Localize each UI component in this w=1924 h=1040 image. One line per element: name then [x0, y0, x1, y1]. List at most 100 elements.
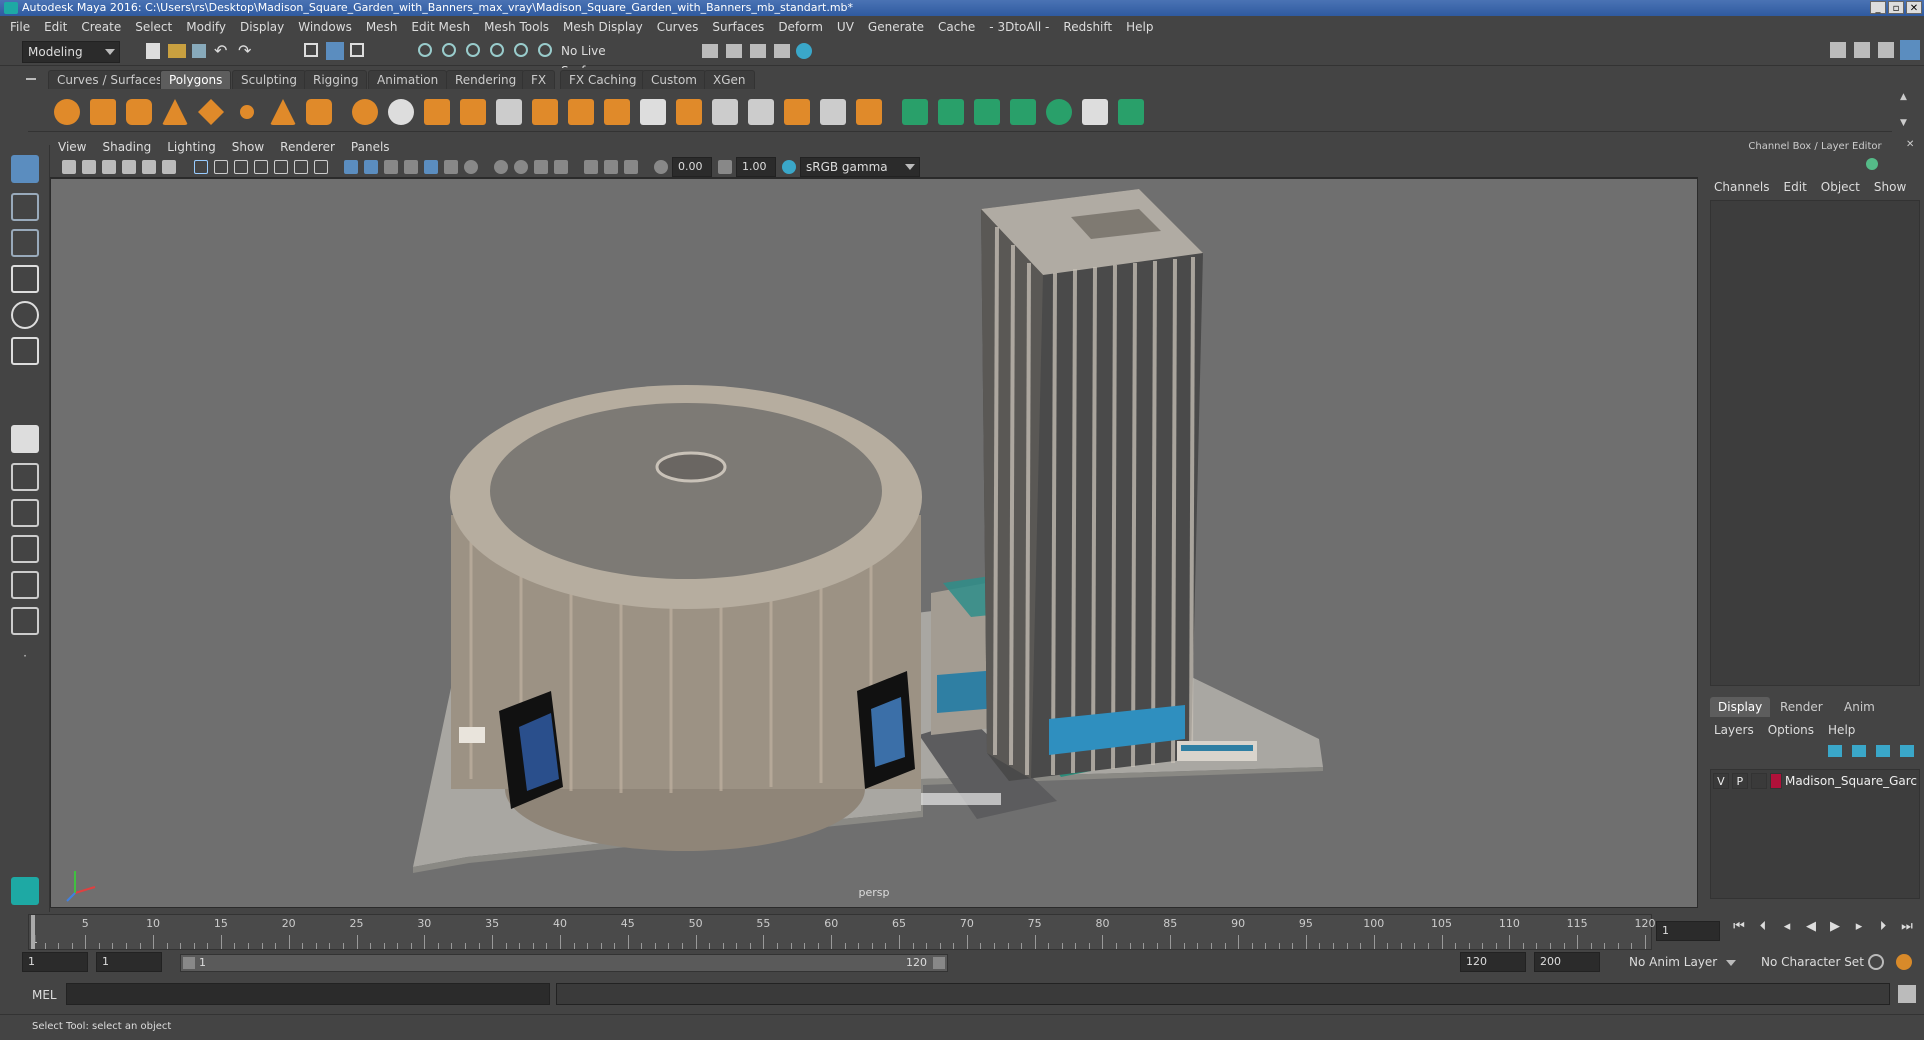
quad-draw-icon[interactable]	[856, 99, 882, 125]
layer-visibility-toggle[interactable]: V	[1713, 773, 1729, 789]
menu-uv[interactable]: UV	[837, 20, 854, 34]
range-start-handle[interactable]	[183, 957, 195, 969]
two-d-pan-icon[interactable]	[142, 160, 156, 174]
menu-help[interactable]: Help	[1126, 20, 1153, 34]
select-tool-icon[interactable]	[11, 155, 39, 183]
menu-deform[interactable]: Deform	[778, 20, 823, 34]
script-editor-icon[interactable]	[1898, 985, 1916, 1003]
select-hierarchy-icon[interactable]	[304, 43, 318, 57]
uv-spherical-icon[interactable]	[974, 99, 1000, 125]
live-surface-field[interactable]: No Live Surface	[556, 41, 654, 78]
layer-menu-help[interactable]: Help	[1828, 723, 1855, 737]
channel-menu-object[interactable]: Object	[1821, 180, 1860, 194]
grid-toggle-icon[interactable]	[194, 160, 208, 174]
channel-menu-channels[interactable]: Channels	[1714, 180, 1770, 194]
channel-menu-show[interactable]: Show	[1874, 180, 1906, 194]
viewport-menu-panels[interactable]: Panels	[351, 140, 390, 154]
separate-icon[interactable]	[388, 99, 414, 125]
viewport-menu-renderer[interactable]: Renderer	[280, 140, 335, 154]
layer-menu-options[interactable]: Options	[1768, 723, 1814, 737]
wireframe-on-shaded-icon[interactable]	[384, 160, 398, 174]
tab-curves-surfaces[interactable]: Curves / Surfaces	[48, 70, 172, 89]
maya-home-icon[interactable]	[11, 877, 39, 905]
resolution-gate-icon[interactable]	[234, 160, 248, 174]
layer-menu-layers[interactable]: Layers	[1714, 723, 1754, 737]
current-time-indicator[interactable]	[31, 915, 35, 949]
snap-live-icon[interactable]	[538, 43, 552, 57]
gamma-field[interactable]: 1.00	[736, 157, 776, 177]
menu-mesh[interactable]: Mesh	[366, 20, 398, 34]
channel-list[interactable]	[1710, 200, 1920, 686]
auto-key-icon[interactable]	[1868, 954, 1884, 970]
tab-display[interactable]: Display	[1710, 697, 1771, 717]
range-slider[interactable]: 1 120	[180, 954, 948, 972]
bevel-icon[interactable]	[568, 99, 594, 125]
uv-automatic-icon[interactable]	[1010, 99, 1036, 125]
modeling-toolkit-icon[interactable]	[1830, 42, 1846, 58]
poly-pyramid-icon[interactable]	[270, 99, 296, 125]
tab-fx-caching[interactable]: FX Caching	[560, 70, 646, 89]
target-weld-icon[interactable]	[820, 99, 846, 125]
combine-icon[interactable]	[352, 99, 378, 125]
shelf-scroll-down-icon[interactable]: ▼	[1900, 118, 1910, 128]
textured-icon[interactable]	[404, 160, 418, 174]
attribute-editor-icon[interactable]	[1854, 42, 1870, 58]
poly-cone-icon[interactable]	[162, 99, 188, 125]
tab-rigging[interactable]: Rigging	[304, 70, 368, 89]
poly-cube-icon[interactable]	[90, 99, 116, 125]
ipr-render-icon[interactable]	[750, 44, 766, 58]
viewport-menu-lighting[interactable]: Lighting	[167, 140, 216, 154]
boolean-icon[interactable]	[496, 99, 522, 125]
xray-joints-icon[interactable]	[624, 160, 638, 174]
close-icon[interactable]: ✕	[1906, 140, 1916, 150]
more-layouts-icon[interactable]: ·	[11, 649, 39, 665]
menu-generate[interactable]: Generate	[868, 20, 924, 34]
menu-windows[interactable]: Windows	[298, 20, 352, 34]
snap-view-icon[interactable]	[490, 43, 504, 57]
camera-select-icon[interactable]	[62, 160, 76, 174]
menu-file[interactable]: File	[10, 20, 30, 34]
uv-cylindrical-icon[interactable]	[938, 99, 964, 125]
uv-checker-icon[interactable]	[1082, 99, 1108, 125]
shelf-menu-icon[interactable]	[26, 78, 36, 80]
edge-loop-icon[interactable]	[748, 99, 774, 125]
viewport-menu-show[interactable]: Show	[232, 140, 264, 154]
two-view-layout-icon[interactable]	[11, 499, 39, 527]
new-scene-icon[interactable]	[146, 43, 160, 59]
poly-pipe-icon[interactable]	[306, 99, 332, 125]
append-polygon-icon[interactable]	[640, 99, 666, 125]
menu-create[interactable]: Create	[81, 20, 121, 34]
minimize-button[interactable]: _	[1870, 1, 1886, 14]
step-forward-icon[interactable]: ⏵	[1876, 920, 1890, 934]
perspective-viewport[interactable]: persp	[50, 178, 1698, 908]
layer-display-type[interactable]	[1750, 773, 1767, 789]
viewport-menu-view[interactable]: View	[58, 140, 86, 154]
graph-layout-icon[interactable]	[11, 571, 39, 599]
merge-icon[interactable]	[784, 99, 810, 125]
layer-row[interactable]: V P Madison_Square_Garc	[1713, 772, 1917, 790]
outliner-layout-icon[interactable]	[11, 535, 39, 563]
image-plane-icon[interactable]	[122, 160, 136, 174]
hypershade-layout-icon[interactable]	[11, 607, 39, 635]
tab-animation[interactable]: Animation	[368, 70, 448, 89]
new-layer-selected-icon[interactable]	[1900, 745, 1914, 757]
start-time-field[interactable]: 1	[22, 952, 88, 972]
step-back-icon[interactable]: ⏴	[1756, 920, 1770, 934]
play-forward-icon[interactable]: ▶	[1828, 920, 1842, 934]
anim-layer-select[interactable]: No Anim Layer	[1624, 952, 1740, 974]
multisample-aa-icon[interactable]	[514, 160, 528, 174]
safe-title-icon[interactable]	[314, 160, 328, 174]
step-back-key-icon[interactable]: ◂	[1780, 920, 1794, 934]
xray-icon[interactable]	[584, 160, 598, 174]
uv-unfold-icon[interactable]	[1046, 99, 1072, 125]
menu-modify[interactable]: Modify	[186, 20, 226, 34]
extrude-icon[interactable]	[532, 99, 558, 125]
step-forward-key-icon[interactable]: ▸	[1852, 920, 1866, 934]
use-all-lights-icon[interactable]	[424, 160, 438, 174]
tool-settings-icon[interactable]	[1878, 42, 1894, 58]
safe-action-icon[interactable]	[294, 160, 308, 174]
depth-of-field-icon[interactable]	[534, 160, 548, 174]
range-end-handle[interactable]	[933, 957, 945, 969]
viewport-menu-shading[interactable]: Shading	[102, 140, 151, 154]
smooth-shade-icon[interactable]	[364, 160, 378, 174]
